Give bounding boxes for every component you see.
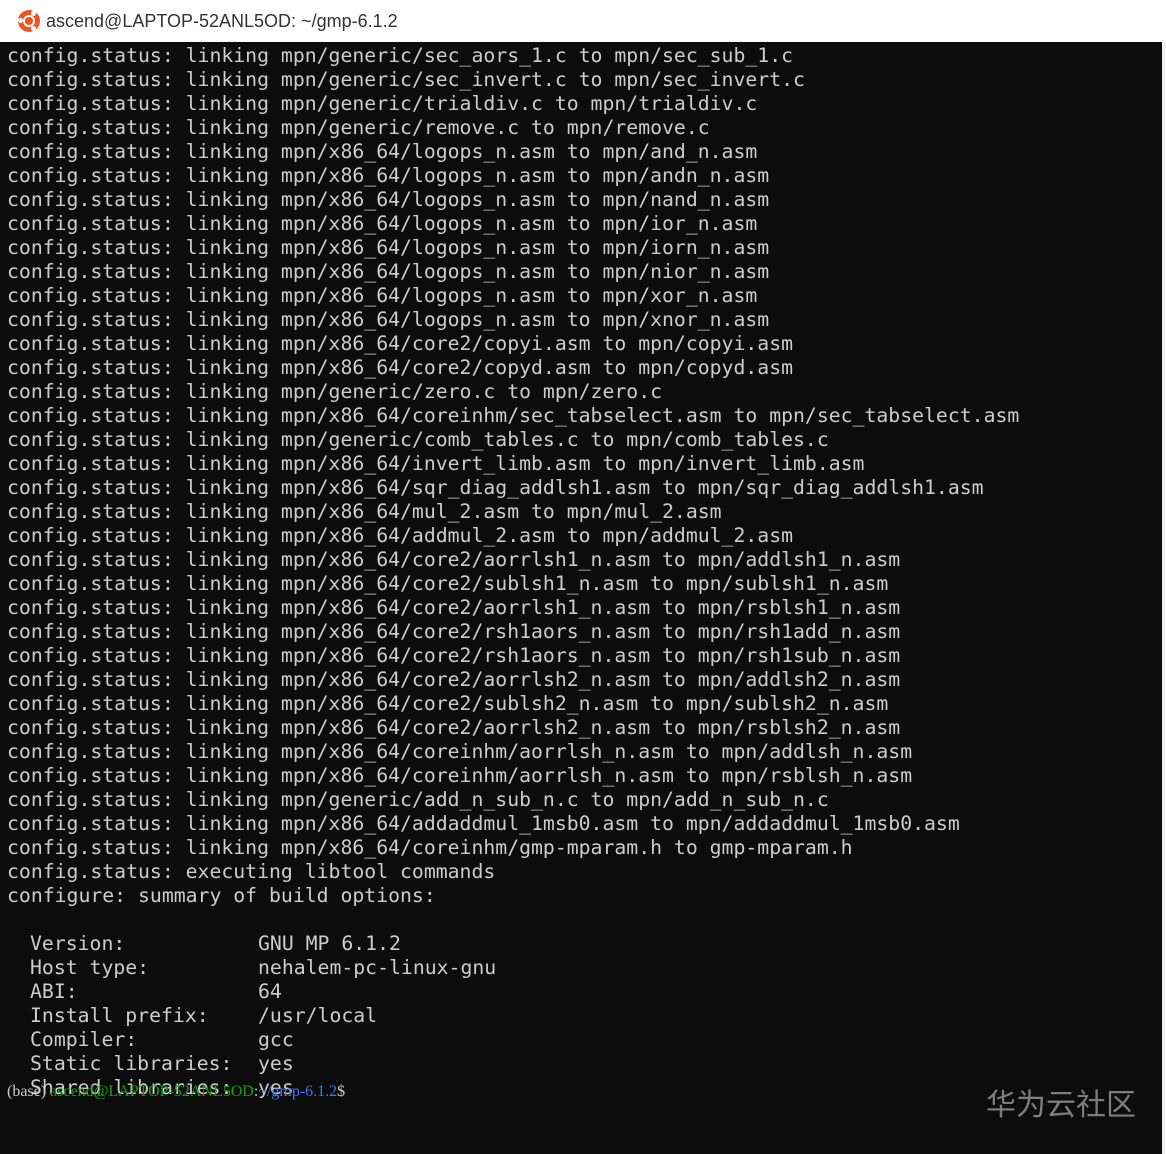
terminal-line: config.status: linking mpn/x86_64/addadd… xyxy=(7,812,960,835)
terminal-line: config.status: linking mpn/x86_64/logops… xyxy=(7,308,770,331)
summary-value: 64 xyxy=(258,980,282,1003)
terminal-line: config.status: linking mpn/x86_64/invert… xyxy=(7,452,865,475)
watermark-logo: 华为云社区 xyxy=(986,1088,1136,1123)
terminal-line: config.status: executing libtool command… xyxy=(7,860,496,883)
terminal-line: config.status: linking mpn/x86_64/addmul… xyxy=(7,524,794,547)
terminal-line: config.status: linking mpn/x86_64/core2/… xyxy=(7,548,901,571)
terminal-line: config.status: linking mpn/x86_64/core2/… xyxy=(7,692,889,715)
terminal-line: config.status: linking mpn/generic/sec_i… xyxy=(7,68,805,91)
terminal-line: config.status: linking mpn/x86_64/core2/… xyxy=(7,596,901,619)
prompt-env: (base) xyxy=(7,1083,51,1100)
terminal-line: config.status: linking mpn/generic/zero.… xyxy=(7,380,663,403)
summary-label: ABI: xyxy=(30,980,78,1003)
summary-value: gcc xyxy=(258,1028,294,1051)
terminal-line: configure: summary of build options: xyxy=(7,884,436,907)
summary-value: /usr/local xyxy=(258,1004,378,1027)
prompt-user-host: ascend@LAPTOP-52ANL5OD xyxy=(50,1083,254,1100)
terminal-window: ascend@LAPTOP-52ANL5OD: ~/gmp-6.1.2 conf… xyxy=(0,0,1166,1154)
summary-value: nehalem-pc-linux-gnu xyxy=(258,956,497,979)
summary-value: yes xyxy=(258,1052,294,1075)
terminal-line: config.status: linking mpn/x86_64/logops… xyxy=(7,260,770,283)
ubuntu-icon xyxy=(18,10,40,32)
window-border xyxy=(1162,42,1166,1154)
summary-label: Install prefix: xyxy=(30,1004,209,1027)
summary-row: ABI: 64 xyxy=(7,980,1162,1004)
terminal-line: config.status: linking mpn/x86_64/core2/… xyxy=(7,644,901,667)
terminal-line: config.status: linking mpn/x86_64/corein… xyxy=(7,740,913,763)
terminal-line: config.status: linking mpn/x86_64/core2/… xyxy=(7,332,794,355)
summary-label: Compiler: xyxy=(30,1028,138,1051)
terminal-line: config.status: linking mpn/x86_64/logops… xyxy=(7,188,770,211)
summary-row: Host type: nehalem-pc-linux-gnu xyxy=(7,956,1162,980)
terminal-line: config.status: linking mpn/generic/remov… xyxy=(7,116,710,139)
summary-label: Static libraries: xyxy=(30,1052,233,1075)
log-lines: config.status: linking mpn/generic/sec_a… xyxy=(7,44,1162,908)
terminal-line: config.status: linking mpn/x86_64/corein… xyxy=(7,836,853,859)
window-title: ascend@LAPTOP-52ANL5OD: ~/gmp-6.1.2 xyxy=(46,10,398,31)
terminal-line: config.status: linking mpn/x86_64/mul_2.… xyxy=(7,500,722,523)
terminal-line: config.status: linking mpn/x86_64/logops… xyxy=(7,236,770,259)
summary-label: Host type: xyxy=(30,956,150,979)
terminal-line: config.status: linking mpn/x86_64/logops… xyxy=(7,164,770,187)
title-bar[interactable]: ascend@LAPTOP-52ANL5OD: ~/gmp-6.1.2 xyxy=(0,0,1166,42)
terminal-line: config.status: linking mpn/generic/add_n… xyxy=(7,788,829,811)
summary-value: GNU MP 6.1.2 xyxy=(258,932,401,955)
terminal-line: config.status: linking mpn/x86_64/core2/… xyxy=(7,620,901,643)
terminal-output[interactable]: config.status: linking mpn/generic/sec_a… xyxy=(0,44,1162,1154)
terminal-line: config.status: linking mpn/x86_64/logops… xyxy=(7,212,758,235)
summary-label: Version: xyxy=(30,932,126,955)
terminal-line: config.status: linking mpn/x86_64/core2/… xyxy=(7,668,901,691)
terminal-line: config.status: linking mpn/x86_64/corein… xyxy=(7,404,1020,427)
terminal-line: config.status: linking mpn/x86_64/corein… xyxy=(7,764,913,787)
terminal-line: config.status: linking mpn/x86_64/core2/… xyxy=(7,572,889,595)
summary-row: Install prefix: /usr/local xyxy=(7,1004,1162,1028)
summary-row: Static libraries: yes xyxy=(7,1052,1162,1076)
terminal-line: config.status: linking mpn/generic/trial… xyxy=(7,92,758,115)
shell-prompt[interactable]: (base) ascend@LAPTOP-52ANL5OD:~/gmp-6.1.… xyxy=(7,1080,345,1104)
summary-row: Compiler: gcc xyxy=(7,1028,1162,1052)
prompt-symbol: $ xyxy=(337,1083,346,1100)
terminal-line: config.status: linking mpn/x86_64/core2/… xyxy=(7,356,794,379)
prompt-path: ~/gmp-6.1.2 xyxy=(258,1083,338,1100)
terminal-line: config.status: linking mpn/generic/sec_a… xyxy=(7,44,794,67)
summary-row: Version: GNU MP 6.1.2 xyxy=(7,932,1162,956)
terminal-line: config.status: linking mpn/x86_64/logops… xyxy=(7,284,758,307)
build-summary: Version: GNU MP 6.1.2 Host type: nehalem-pc… xyxy=(7,932,1162,1100)
terminal-line: config.status: linking mpn/x86_64/core2/… xyxy=(7,716,901,739)
terminal-line: config.status: linking mpn/x86_64/logops… xyxy=(7,140,758,163)
terminal-line: config.status: linking mpn/generic/comb_… xyxy=(7,428,829,451)
terminal-line: config.status: linking mpn/x86_64/sqr_di… xyxy=(7,476,984,499)
